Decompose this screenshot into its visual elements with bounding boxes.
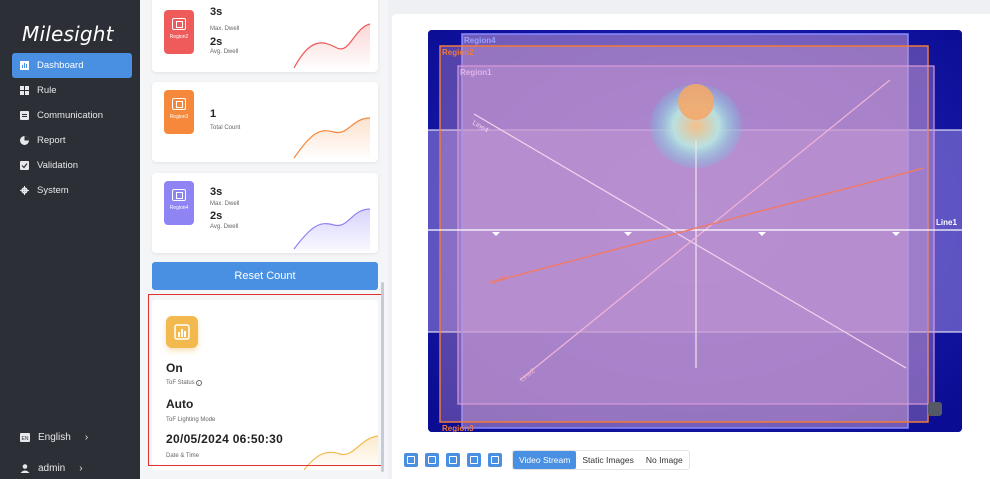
region4-avg-dwell-label: Avg. Dwell — [210, 224, 239, 230]
region-icon — [172, 98, 186, 110]
rule-icon — [20, 86, 29, 95]
region2-badge-label: Region2 — [169, 34, 189, 40]
region-icon — [172, 189, 186, 201]
region3-badge-label: Region3 — [169, 114, 189, 120]
sidebar: Milesight Dashboard Rule Communication R… — [0, 0, 140, 479]
region2-avg-dwell-label: Avg. Dwell — [210, 49, 239, 55]
video-toolbar: Video Stream Static Images No Image — [404, 450, 690, 470]
region4-card: Region4 3s Max. Dwell 2s Avg. Dwell — [152, 173, 378, 253]
chevron-right-icon: › — [79, 463, 83, 474]
chevron-right-icon: › — [84, 432, 89, 443]
language-selector[interactable]: EN English › — [20, 432, 88, 443]
region3-trend-sparkline — [293, 117, 371, 160]
validation-icon — [20, 161, 29, 170]
language-label: English — [38, 432, 71, 443]
region3-label: Region3 — [442, 424, 474, 432]
sidebar-item-label: System — [37, 185, 69, 196]
user-menu[interactable]: admin › — [20, 463, 83, 474]
cart-tool-icon[interactable] — [488, 453, 502, 467]
svg-text:EN: EN — [22, 436, 29, 442]
video-stream-view[interactable]: Region4 Region2 Region1 Region3 Line1 Li… — [428, 30, 962, 432]
static-images-option[interactable]: Static Images — [576, 451, 640, 469]
user-icon — [20, 464, 30, 473]
region-icon — [172, 18, 186, 30]
region2-max-dwell-value: 3s — [210, 6, 223, 18]
region4-max-dwell-value: 3s — [210, 186, 223, 198]
region4-max-dwell-label: Max. Dwell — [210, 201, 240, 207]
region3-total-count-value: 1 — [210, 108, 217, 120]
swap-tool-icon[interactable] — [467, 453, 481, 467]
region2-label: Region2 — [442, 48, 474, 57]
region2-card: Region2 3s Max. Dwell 2s Avg. Dwell — [152, 0, 378, 72]
region3-total-count-label: Total Count — [210, 125, 241, 131]
region2-badge: Region2 — [164, 10, 194, 54]
view-mode-toggle: Video Stream Static Images No Image — [512, 450, 690, 470]
sidebar-item-communication[interactable]: Communication — [12, 103, 132, 128]
video-stream-option[interactable]: Video Stream — [513, 451, 577, 469]
communication-icon — [20, 111, 29, 120]
region2-trend-sparkline — [293, 23, 371, 70]
region4-trend-sparkline — [293, 208, 371, 251]
gear-icon — [20, 186, 29, 195]
region4-badge: Region4 — [164, 181, 194, 225]
milesight-logo[interactable]: Milesight — [22, 22, 114, 46]
region1-label: Region1 — [460, 68, 492, 77]
sidebar-item-label: Communication — [37, 110, 103, 121]
snapshot-tool-icon[interactable] — [446, 453, 460, 467]
video-panel: Region4 Region2 Region1 Region3 Line1 Li… — [392, 14, 990, 479]
sidebar-item-system[interactable]: System — [12, 178, 132, 203]
sidebar-item-dashboard[interactable]: Dashboard — [12, 53, 132, 78]
region4-badge-label: Region4 — [169, 205, 189, 211]
line-tool-icon[interactable] — [425, 453, 439, 467]
user-label: admin — [38, 463, 66, 474]
sidebar-nav: Dashboard Rule Communication Report Vali… — [0, 53, 140, 203]
tof-highlight-box — [148, 294, 384, 466]
report-icon — [20, 136, 29, 145]
sidebar-item-label: Rule — [37, 85, 57, 96]
region4-label: Region4 — [464, 36, 496, 45]
dashboard-icon — [20, 61, 29, 70]
region2-max-dwell-label: Max. Dwell — [210, 26, 240, 32]
detection-overlay: Region4 Region2 Region1 Region3 Line1 Li… — [428, 30, 962, 432]
line1-label: Line1 — [936, 218, 957, 227]
region2-avg-dwell-value: 2s — [210, 36, 223, 48]
region4-avg-dwell-value: 2s — [210, 210, 223, 222]
region3-badge: Region3 — [164, 90, 194, 134]
fullscreen-icon[interactable] — [928, 402, 942, 416]
language-icon: EN — [20, 433, 30, 442]
region3-card: Region3 1 Total Count — [152, 82, 378, 162]
sidebar-item-label: Dashboard — [37, 60, 84, 71]
sidebar-item-rule[interactable]: Rule — [12, 78, 132, 103]
sidebar-item-report[interactable]: Report — [12, 128, 132, 153]
sidebar-item-validation[interactable]: Validation — [12, 153, 132, 178]
sidebar-item-label: Validation — [37, 160, 79, 171]
sidebar-item-label: Report — [37, 135, 66, 146]
scrollbar[interactable] — [381, 282, 384, 472]
region-tool-icon[interactable] — [404, 453, 418, 467]
no-image-option[interactable]: No Image — [640, 451, 689, 469]
reset-count-button[interactable]: Reset Count — [152, 262, 378, 290]
